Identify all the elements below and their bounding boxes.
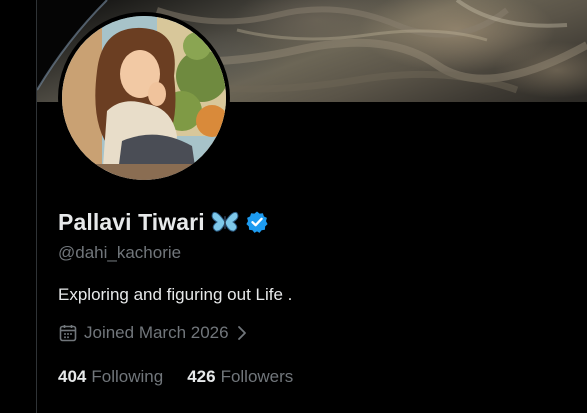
butterfly-icon	[211, 210, 239, 234]
bio-text: Exploring and figuring out Life .	[58, 285, 293, 304]
joined-date-row[interactable]: Joined March 2026	[58, 322, 249, 344]
followers-count: 426	[187, 367, 216, 386]
name-row: Pallavi Tiwari	[58, 206, 269, 238]
user-handle: @dahi_kachorie	[58, 243, 182, 262]
followers-label: Followers	[220, 367, 294, 386]
following-count: 404	[58, 367, 87, 386]
avatar[interactable]	[58, 12, 230, 184]
follow-stats: 404 Following 426 Followers	[58, 366, 293, 388]
display-name: Pallavi Tiwari	[58, 208, 205, 235]
followers-link[interactable]: 426 Followers	[187, 367, 293, 387]
following-link[interactable]: 404 Following	[58, 367, 163, 387]
calendar-icon	[58, 323, 78, 343]
joined-date-text: Joined March 2026	[84, 323, 229, 342]
chevron-right-icon	[235, 324, 249, 342]
verified-badge-icon[interactable]	[245, 210, 269, 234]
avatar-image	[62, 16, 226, 180]
profile-page: Pallavi Tiwari @dahi_kachorie Exploring …	[0, 0, 587, 413]
following-label: Following	[91, 367, 164, 386]
